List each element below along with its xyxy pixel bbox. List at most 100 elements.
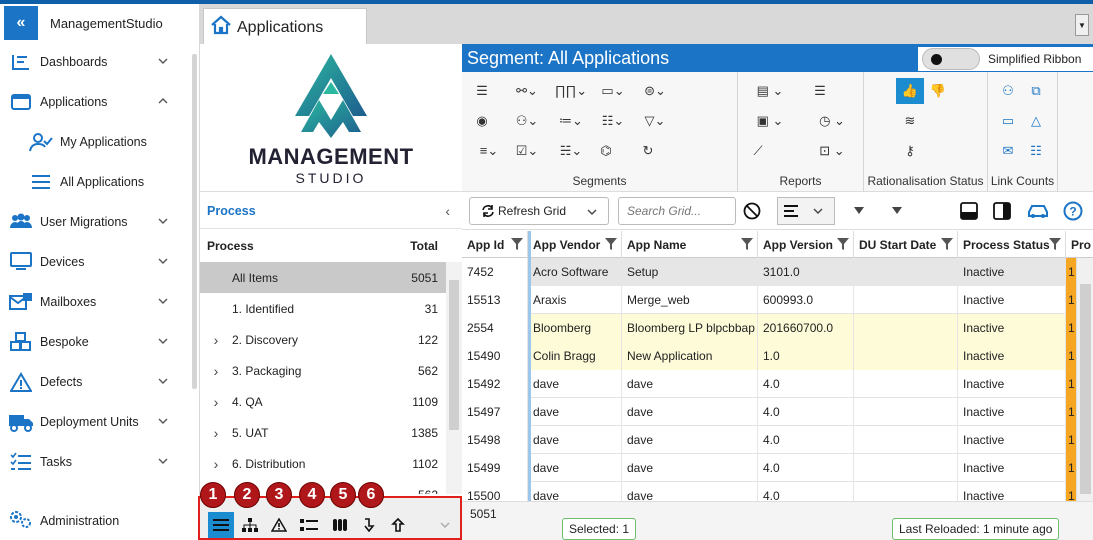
tab-list-dropdown[interactable]: ▼: [1075, 14, 1089, 36]
link-bespoke-icon[interactable]: ⧉: [1026, 82, 1046, 100]
chevron-down-icon[interactable]: [157, 255, 169, 267]
report-lines-icon[interactable]: ☰: [810, 82, 830, 100]
right-panel-icon[interactable]: [991, 200, 1013, 222]
key-icon[interactable]: ⚷: [900, 142, 920, 160]
folder-dropdown-icon[interactable]: ▭⌄: [596, 82, 630, 100]
column-header-pro[interactable]: Pro: [1066, 231, 1093, 258]
process-row[interactable]: › 6. Distribution 1102: [200, 448, 446, 479]
table-row[interactable]: 15499 dave dave 4.0 Inactive 1: [462, 454, 1077, 482]
column-header-process-status[interactable]: Process Status: [958, 231, 1066, 258]
filter-icon[interactable]: [741, 238, 753, 251]
process-row[interactable]: › 5. UAT 1385: [200, 417, 446, 448]
defects-view-button[interactable]: [266, 512, 292, 538]
sidebar-item-user-migrations[interactable]: User Migrations: [0, 202, 199, 242]
history-icon[interactable]: ↻: [638, 142, 658, 160]
column-header-app-vendor[interactable]: App Vendor: [528, 231, 622, 258]
process-row[interactable]: › 4. QA 1109: [200, 386, 446, 417]
report-copy-dropdown-icon[interactable]: ▣ ⌄: [748, 112, 792, 130]
table-row[interactable]: 2554 Bloomberg Bloomberg LP blpcbbap 201…: [462, 314, 1077, 342]
search-grid-input[interactable]: [618, 197, 736, 225]
process-row[interactable]: › 3. Packaging 562: [200, 355, 446, 386]
chevron-down-icon[interactable]: [157, 335, 169, 347]
sidebar-item-deployment-units[interactable]: Deployment Units: [0, 402, 199, 442]
thumbs-up-icon[interactable]: 👍: [896, 78, 924, 104]
column-header-app-version[interactable]: App Version: [758, 231, 854, 258]
sidebar-scrollbar[interactable]: [192, 54, 197, 389]
filter-icon[interactable]: [605, 238, 617, 251]
table-row[interactable]: 15498 dave dave 4.0 Inactive 1: [462, 426, 1077, 454]
menu-dropdown-icon[interactable]: ≡⌄: [472, 142, 506, 160]
sidebar-item-defects[interactable]: Defects: [0, 362, 199, 402]
process-view-button[interactable]: [208, 512, 234, 538]
upload-view-button[interactable]: [385, 512, 411, 538]
more-views-dropdown[interactable]: [432, 512, 458, 538]
tag-icon[interactable]: ⌬: [596, 142, 616, 160]
help-icon[interactable]: ?: [1062, 200, 1084, 222]
link-mailboxes-icon[interactable]: ✉: [998, 142, 1018, 160]
sidebar-item-applications[interactable]: Applications: [0, 82, 199, 122]
scrollbar-thumb[interactable]: [1080, 284, 1091, 494]
table-row[interactable]: 15490 Colin Bragg New Application 1.0 In…: [462, 342, 1077, 370]
sidebar-subitem-all-applications[interactable]: All Applications: [0, 162, 199, 202]
sidebar-item-administration[interactable]: Administration: [8, 509, 119, 532]
user-circle-icon[interactable]: ◉: [472, 112, 492, 130]
filter-icon[interactable]: [511, 238, 523, 251]
chevron-down-icon[interactable]: [157, 55, 169, 67]
layers-icon[interactable]: ≋: [900, 112, 920, 130]
table-row[interactable]: 15497 dave dave 4.0 Inactive 1: [462, 398, 1077, 426]
sidebar-collapse-button[interactable]: «: [4, 6, 38, 40]
table-row[interactable]: 15492 dave dave 4.0 Inactive 1: [462, 370, 1077, 398]
checkbox-dropdown-icon[interactable]: ☑⌄: [510, 142, 544, 160]
chevron-down-icon[interactable]: [157, 295, 169, 307]
chevron-right-icon[interactable]: ›: [200, 363, 232, 379]
sidebar-subitem-my-applications[interactable]: My Applications: [0, 122, 199, 162]
collapse-panel-icon[interactable]: ‹: [445, 203, 450, 219]
chevron-down-icon[interactable]: [157, 415, 169, 427]
hierarchy-dropdown-icon[interactable]: ⚯⌄: [510, 82, 544, 100]
clock-dropdown-icon[interactable]: ◷ ⌄: [810, 112, 854, 130]
sidebar-item-devices[interactable]: Devices: [0, 242, 199, 282]
process-row[interactable]: 1. Identified 31: [200, 293, 446, 324]
filter-dropdown-icon[interactable]: ▽⌄: [638, 112, 672, 130]
chevron-down-icon[interactable]: [157, 215, 169, 227]
clear-search-icon[interactable]: [741, 200, 763, 222]
bottom-panel-icon[interactable]: [958, 200, 980, 222]
chevron-up-icon[interactable]: [157, 95, 169, 107]
link-defects-icon[interactable]: △: [1026, 112, 1046, 130]
redirect-view-button[interactable]: [356, 512, 382, 538]
filter-icon[interactable]: [1049, 238, 1061, 251]
hierarchy-view-button[interactable]: [237, 512, 263, 538]
link-users-icon[interactable]: ⚇: [998, 82, 1018, 100]
deployment-car-icon[interactable]: [1025, 200, 1051, 222]
thumbs-down-icon[interactable]: 👎: [928, 82, 948, 100]
link-tasks-icon[interactable]: ☷: [1026, 142, 1046, 160]
grid-vertical-scrollbar[interactable]: [1076, 258, 1093, 510]
chevron-right-icon[interactable]: ›: [200, 456, 232, 472]
task-dropdown-icon[interactable]: ☵⌄: [554, 142, 588, 160]
chevron-down-icon[interactable]: [157, 455, 169, 467]
database-dropdown-icon[interactable]: ⊜⌄: [638, 82, 672, 100]
sidebar-item-mailboxes[interactable]: Mailboxes: [0, 282, 199, 322]
scrollbar-thumb[interactable]: [449, 280, 459, 430]
column-header-du-start-date[interactable]: DU Start Date: [854, 231, 958, 258]
export-dropdown-icon[interactable]: ⊡ ⌄: [810, 142, 854, 160]
column-header-app-id[interactable]: App Id: [462, 231, 528, 258]
users-dropdown-icon[interactable]: ⚇⌄: [510, 112, 544, 130]
process-row-all-items[interactable]: All Items 5051: [200, 262, 446, 293]
details-view-button[interactable]: [296, 512, 322, 538]
link-devices-icon[interactable]: ▭: [998, 112, 1018, 130]
table-row[interactable]: 7452 Acro Software Setup 3101.0 Inactive…: [462, 258, 1077, 286]
chevron-right-icon[interactable]: ›: [200, 425, 232, 441]
filter-outline-icon[interactable]: [848, 200, 870, 222]
filter-icon[interactable]: [941, 238, 953, 251]
refresh-grid-button[interactable]: Refresh Grid: [469, 197, 609, 225]
chevron-down-icon[interactable]: [157, 375, 169, 387]
filter-solid-icon[interactable]: [886, 200, 908, 222]
sidebar-item-dashboards[interactable]: Dashboards: [0, 42, 199, 82]
filter-icon[interactable]: [837, 238, 849, 251]
process-list-scrollbar[interactable]: [446, 262, 462, 494]
report-list-dropdown-icon[interactable]: ▤ ⌄: [748, 82, 792, 100]
chevron-right-icon[interactable]: ›: [200, 394, 232, 410]
row-layout-dropdown[interactable]: [777, 197, 835, 225]
line-chart-icon[interactable]: ⟋: [748, 142, 768, 160]
